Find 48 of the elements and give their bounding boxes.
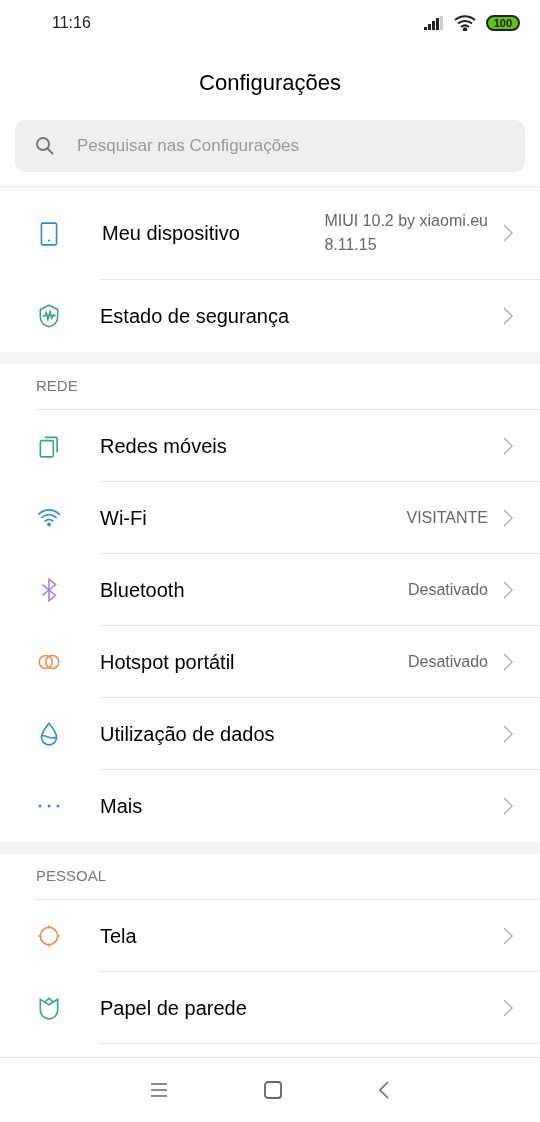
item-value: Desativado [407, 651, 488, 672]
chevron-right-icon [502, 306, 514, 326]
chevron-right-icon [502, 997, 514, 1018]
item-label: Estado de segurança [100, 304, 291, 329]
chevron-right-icon [502, 796, 514, 816]
settings-item[interactable]: Tela [0, 900, 540, 972]
chevron-right-icon [502, 925, 514, 946]
settings-item[interactable]: Estado de segurança [0, 280, 540, 352]
chevron-right-icon [502, 507, 514, 528]
section-header: PESSOAL [36, 866, 107, 887]
settings-item[interactable]: Hotspot portátil Desativado [0, 626, 540, 698]
search-field[interactable]: Pesquisar nas Configurações [15, 120, 525, 172]
item-label: Wi-Fi [100, 505, 148, 531]
sun-icon [36, 923, 62, 949]
item-label: Tela [100, 923, 138, 949]
item-value: MIUI 10.2 by xiaomi.eu 8.11.15 [324, 211, 488, 255]
menu-icon[interactable] [150, 1082, 168, 1098]
more-icon [38, 804, 60, 808]
search-icon [35, 136, 55, 156]
item-label: Meu dispositivo [102, 221, 241, 246]
battery-indicator: 100 [485, 14, 520, 31]
back-icon[interactable] [378, 1081, 390, 1099]
chevron-right-icon [502, 435, 514, 456]
settings-item[interactable]: Redes móveis [0, 410, 540, 482]
wifi-icon [453, 14, 476, 31]
item-label: Papel de parede [100, 995, 248, 1021]
status-time: 11:16 [52, 12, 91, 33]
home-icon[interactable] [264, 1081, 282, 1099]
page-title: Configurações [199, 69, 341, 97]
settings-item[interactable]: Mais [0, 770, 540, 842]
item-value: VISITANTE [406, 507, 488, 528]
signal-icon [423, 15, 444, 30]
chevron-right-icon [502, 223, 514, 243]
settings-item[interactable]: Meu dispositivo MIUI 10.2 by xiaomi.eu 8.11.15 [0, 187, 540, 280]
item-label: Mais [100, 794, 144, 819]
chevron-right-icon [502, 579, 514, 600]
chevron-right-icon [502, 651, 514, 672]
settings-item[interactable]: Utilização de dados [0, 698, 540, 770]
chevron-right-icon [502, 723, 514, 744]
settings-item[interactable]: Wi-Fi VISITANTE [0, 482, 540, 554]
section-header: REDE [36, 376, 78, 397]
item-label: Hotspot portátil [100, 649, 236, 675]
item-value: Desativado [407, 579, 488, 600]
settings-item[interactable]: Papel de parede [0, 972, 540, 1044]
item-label: Bluetooth [100, 577, 186, 603]
item-label: Utilização de dados [100, 721, 276, 747]
settings-item[interactable]: Bluetooth Desativado [0, 554, 540, 626]
item-label: Redes móveis [100, 433, 228, 459]
